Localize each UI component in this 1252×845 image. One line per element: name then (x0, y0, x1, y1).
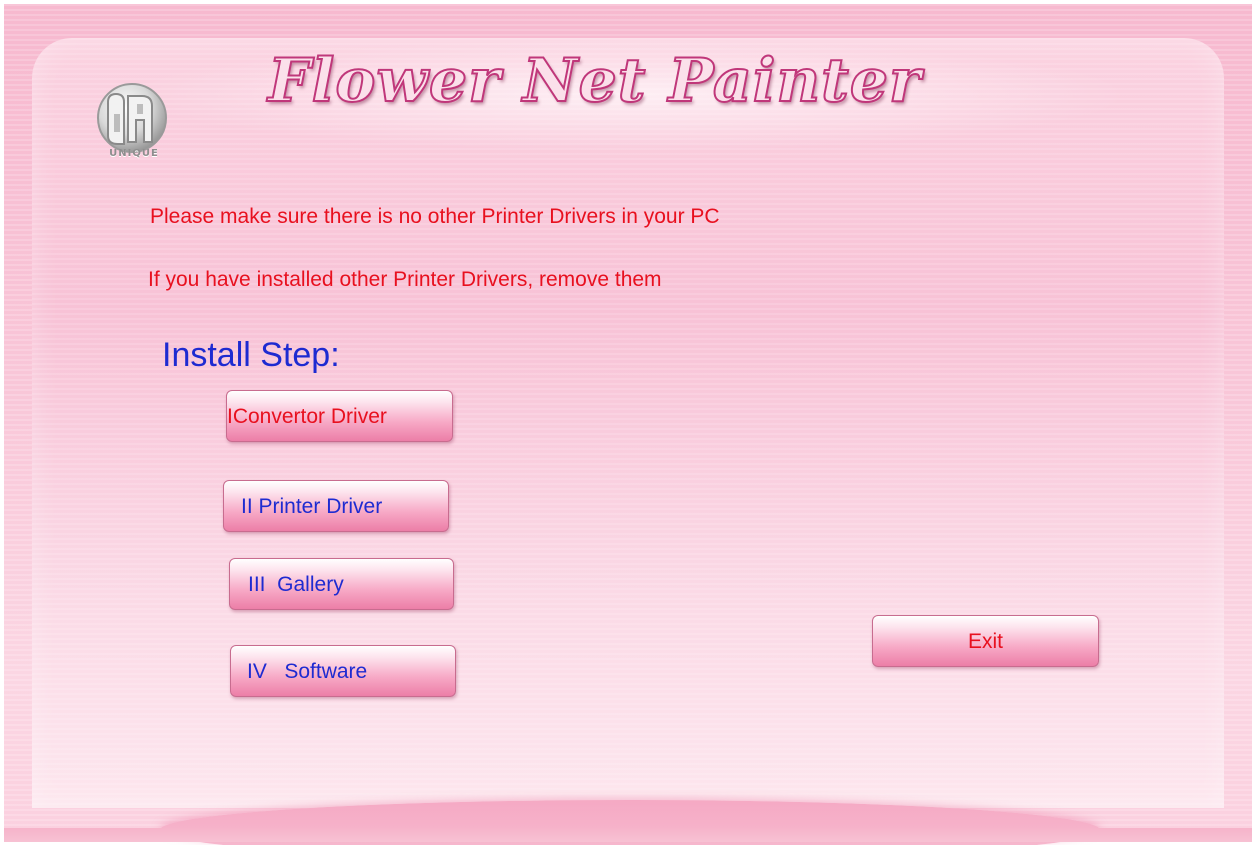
gallery-label: III Gallery (248, 573, 344, 596)
software-label: IV Software (247, 660, 368, 683)
exit-label: Exit (967, 630, 1003, 653)
gallery-button[interactable]: III Gallery (229, 558, 454, 610)
printer-driver-button[interactable]: II Printer Driver (223, 480, 449, 532)
install-step-heading: Install Step: (162, 336, 340, 374)
exit-button[interactable]: Exit (872, 615, 1099, 667)
convertor-driver-label: IConvertor Driver (227, 405, 387, 428)
notice-no-other-drivers: Please make sure there is no other Print… (150, 205, 720, 228)
notice-remove-drivers: If you have installed other Printer Driv… (148, 268, 662, 291)
convertor-driver-button[interactable]: IConvertor Driver (226, 390, 453, 442)
printer-driver-label: II Printer Driver (241, 495, 383, 518)
bottom-strip (4, 828, 1252, 842)
software-button[interactable]: IV Software (230, 645, 456, 697)
app-title: Flower Net Painter (267, 45, 922, 117)
installer-window: UNIQUE Flower Net Painter Please make su… (0, 0, 1252, 845)
content-panel (32, 38, 1224, 808)
logo-wordmark: UNIQUE (109, 148, 159, 159)
